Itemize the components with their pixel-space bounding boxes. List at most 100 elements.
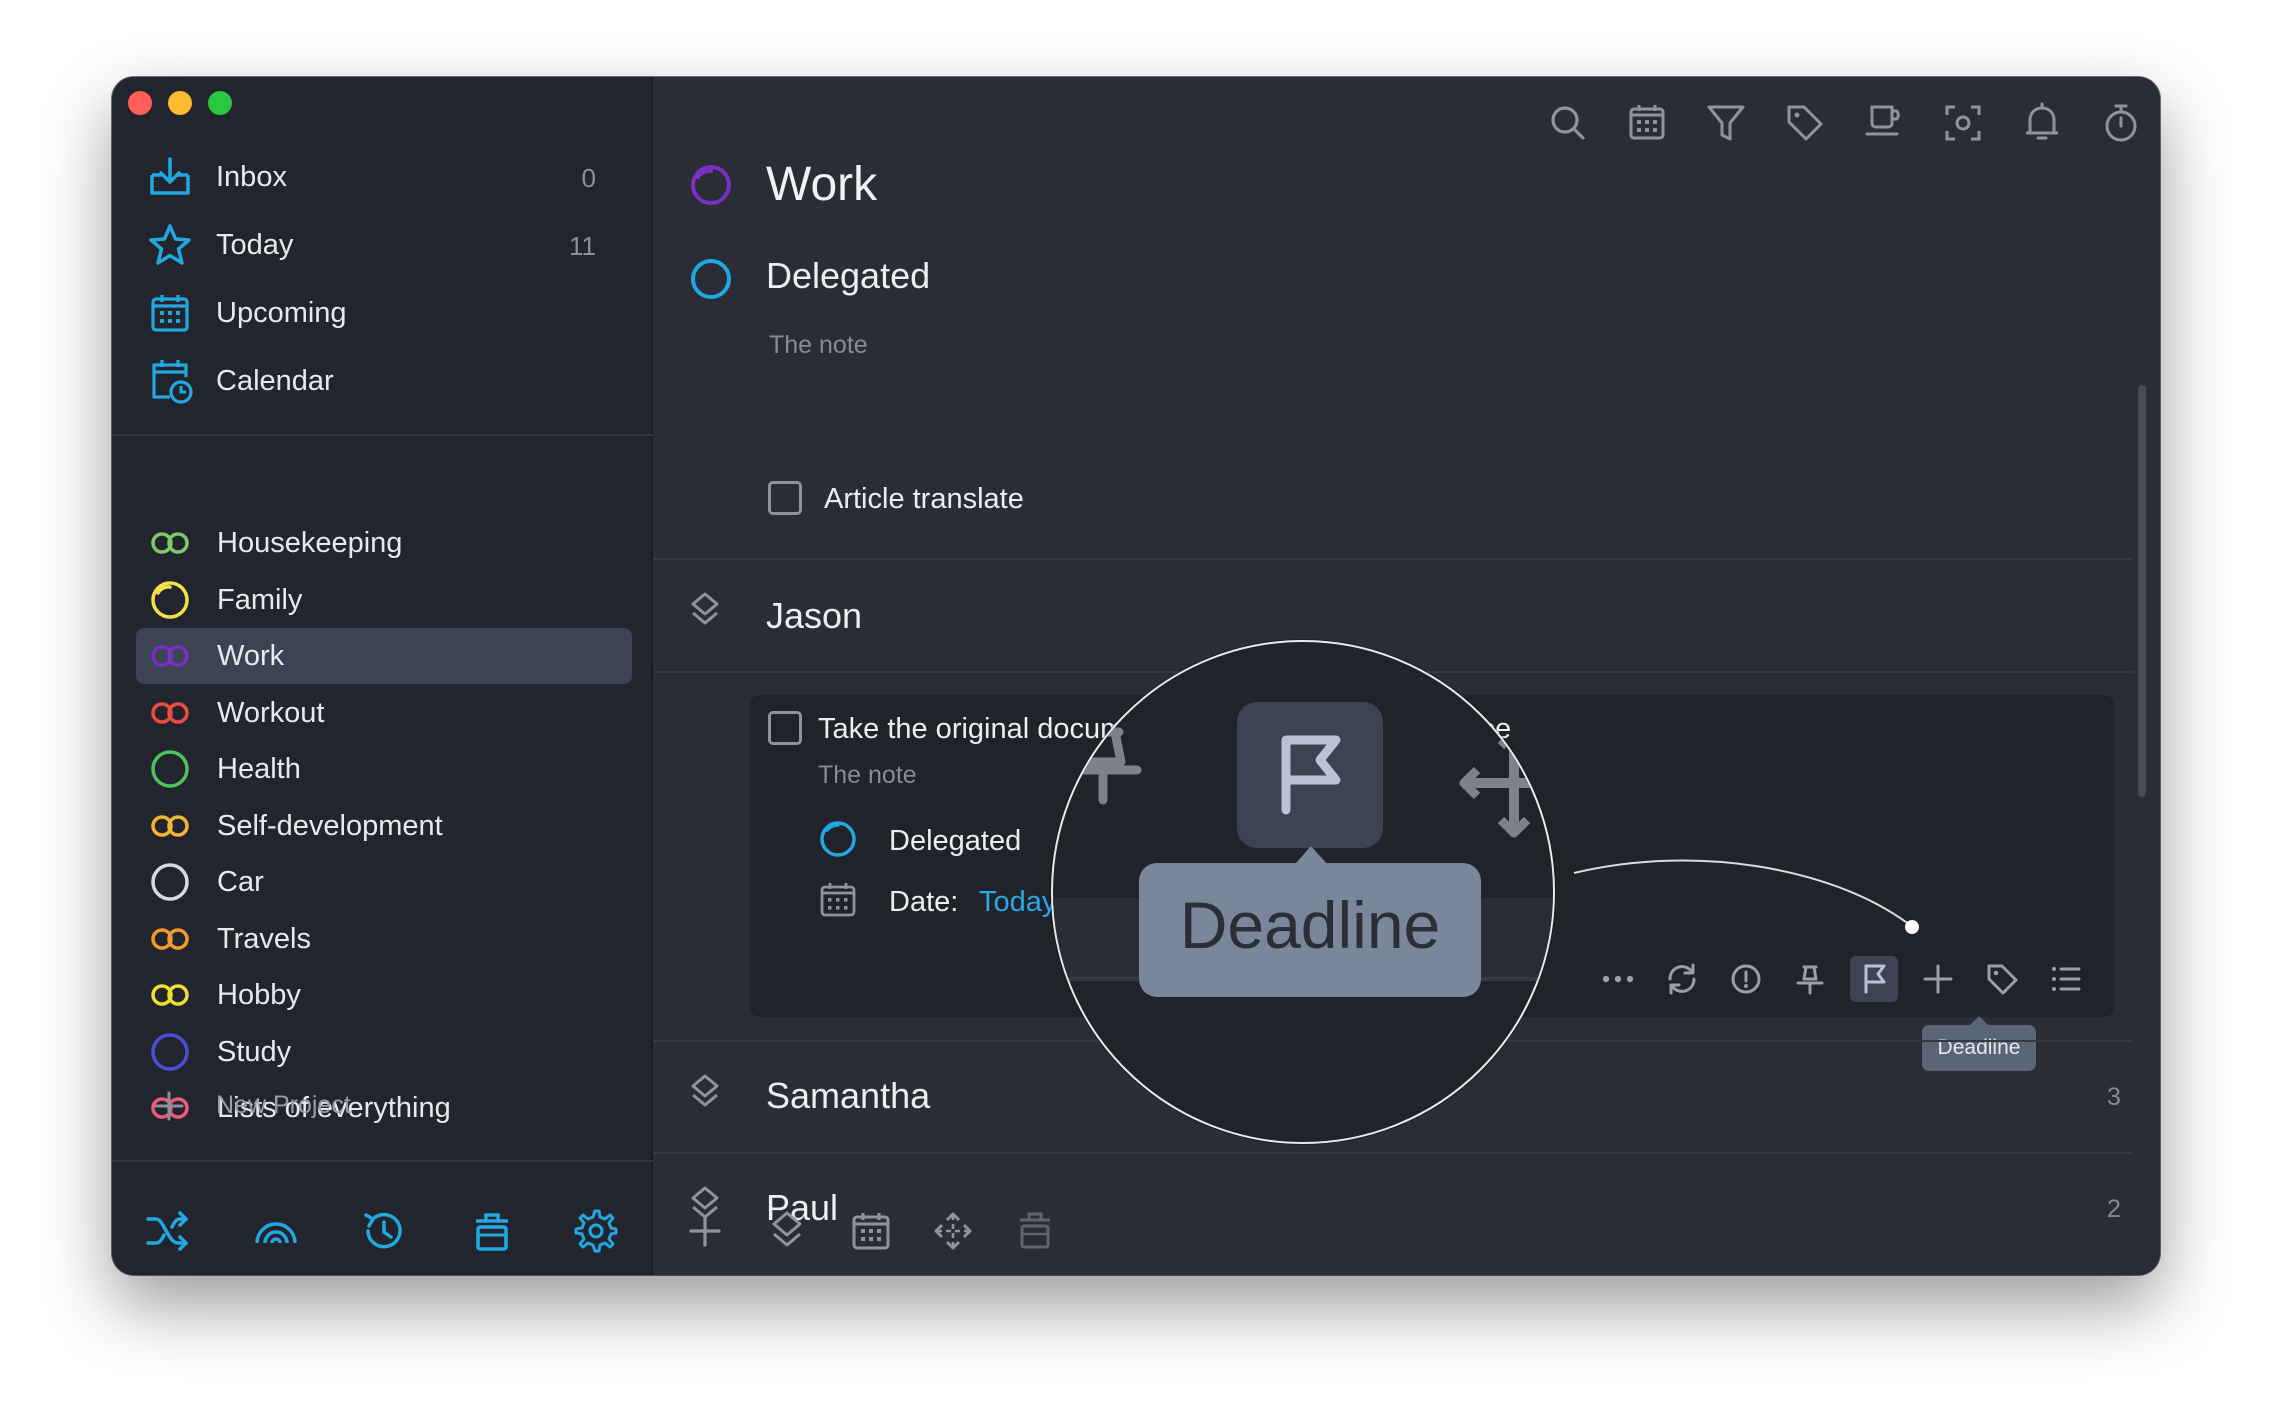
inbox-tray-icon (150, 157, 190, 195)
deadline-flag-icon (1864, 964, 1886, 994)
project-double-icon (151, 532, 189, 554)
settings-gear-icon[interactable] (574, 1209, 618, 1253)
filter-icon[interactable] (1696, 93, 1756, 153)
rainbow-icon[interactable] (254, 1215, 298, 1247)
tag-icon[interactable] (1775, 93, 1835, 153)
deadline-flag-icon-magnified (1281, 735, 1341, 815)
section-title-jason[interactable]: Jason (766, 595, 862, 637)
section-divider (653, 558, 2133, 560)
sidebar-item-inbox[interactable]: Inbox 0 (136, 147, 636, 209)
magnified-tooltip-label: Deadline (1179, 888, 1441, 962)
task-date-label: Date: (889, 886, 959, 918)
add-icon[interactable] (687, 1213, 723, 1249)
project-label: Travels (217, 922, 311, 955)
move-icon-magnified (1459, 728, 1553, 838)
section-count: 3 (2107, 1083, 2121, 1111)
more-dots-icon[interactable] (1596, 957, 1640, 1001)
task-checkbox[interactable] (768, 481, 802, 515)
project-label: Health (217, 753, 301, 785)
project-ring-icon (151, 863, 189, 901)
sidebar-item-today[interactable]: Today 11 (136, 215, 636, 277)
project-label: Family (217, 583, 303, 616)
task-date-value[interactable]: Today (979, 886, 1056, 919)
delegated-status-icon (820, 821, 856, 857)
repeat-icon[interactable] (1660, 957, 1704, 1001)
chevron-down-icon[interactable] (2157, 263, 2160, 293)
magnified-deadline-button (1237, 702, 1383, 848)
sidebar-item-project-study[interactable]: Study (136, 1024, 632, 1080)
history-icon[interactable] (362, 1209, 406, 1253)
magnified-tooltip-arrow (1295, 846, 1327, 864)
sidebar-item-calendar[interactable]: Calendar (136, 351, 636, 413)
sidebar-item-project-self-development[interactable]: Self-development (136, 798, 632, 854)
search-icon[interactable] (1538, 93, 1598, 153)
zoom-window-button[interactable] (208, 91, 232, 115)
project-label: Study (217, 1035, 292, 1068)
sidebar-item-project-work[interactable]: Work (136, 628, 632, 684)
pin-icon[interactable] (1788, 957, 1832, 1001)
chevron-right-icon[interactable] (2157, 1081, 2160, 1111)
task-row-article-translate[interactable]: Article translate (758, 473, 1358, 523)
sidebar-bottom-divider (112, 1160, 653, 1162)
deadline-button[interactable] (1850, 956, 1898, 1002)
app-window: Inbox 0 Today 11 Upcoming Calendar House… (112, 77, 2160, 1275)
priority-icon[interactable] (1724, 957, 1768, 1001)
minimize-window-button[interactable] (168, 91, 192, 115)
sidebar-item-project-hobby[interactable]: Hobby (136, 967, 632, 1023)
project-ring-icon (151, 750, 189, 788)
project-double-icon (151, 814, 189, 837)
sidebar-item-project-health[interactable]: Health (136, 741, 632, 797)
magnifier-lens: Deadline (1051, 640, 1555, 1144)
magnified-tooltip: Deadline (1139, 863, 1481, 997)
chevron-down-icon[interactable] (2157, 601, 2160, 631)
calendar-grid-icon[interactable] (851, 1211, 891, 1251)
star-icon (149, 224, 191, 265)
calendar-clock-icon (152, 360, 193, 404)
chevron-right-icon[interactable] (2157, 1193, 2160, 1223)
sidebar-item-label: Calendar (216, 365, 334, 397)
task-checkbox[interactable] (768, 711, 802, 745)
calendar-grid-icon (820, 883, 856, 917)
sidebar-item-project-car[interactable]: Car (136, 854, 632, 910)
project-ring-icon (151, 1032, 189, 1071)
sidebar-item-project-housekeeping[interactable]: Housekeeping (136, 515, 632, 571)
stopwatch-icon[interactable] (2091, 93, 2151, 153)
sidebar-item-project-travels[interactable]: Travels (136, 911, 632, 967)
new-project-label: New Project (216, 1091, 351, 1119)
section-title: Samantha (766, 1075, 931, 1116)
close-window-button[interactable] (128, 91, 152, 115)
trash-icon[interactable] (1017, 1211, 1053, 1251)
checklist-icon[interactable] (2044, 957, 2088, 1001)
trash-icon[interactable] (472, 1211, 512, 1253)
sidebar-item-upcoming[interactable]: Upcoming (136, 283, 636, 345)
shuffle-icon[interactable] (146, 1211, 190, 1251)
coffee-cup-icon[interactable] (1854, 93, 1914, 153)
project-label: Self-development (217, 809, 443, 842)
project-double-icon (151, 645, 189, 667)
project-double-icon (151, 927, 189, 950)
section-title-delegated[interactable]: Delegated (766, 255, 930, 297)
sidebar-divider (112, 434, 653, 436)
project-label: Workout (217, 696, 325, 729)
plus-icon (154, 1091, 184, 1121)
sidebar-item-project-workout[interactable]: Workout (136, 685, 632, 741)
section-count: 2 (2107, 1195, 2121, 1223)
add-section-icon[interactable] (769, 1209, 805, 1253)
calendar-grid-icon[interactable] (1617, 93, 1677, 153)
scrollbar-thumb[interactable] (2138, 385, 2146, 797)
task-note[interactable]: The note (818, 761, 917, 790)
project-progress-icon (151, 580, 189, 619)
bell-icon[interactable] (2012, 93, 2072, 153)
move-icon[interactable] (1916, 957, 1960, 1001)
new-project-button[interactable]: New Project (136, 1077, 636, 1133)
project-label: Work (217, 640, 285, 672)
sidebar-item-project-family[interactable]: Family (136, 572, 632, 628)
move-arrows-icon[interactable] (933, 1211, 973, 1251)
project-label: Car (217, 866, 264, 898)
task-status-label[interactable]: Delegated (889, 825, 1021, 858)
tag-icon[interactable] (1980, 957, 2024, 1001)
pin-icon-magnified (1064, 727, 1142, 805)
focus-icon[interactable] (1933, 93, 1993, 153)
main-panel: Work Delegated The note Article translat… (653, 77, 2160, 1275)
section-delegated-icon (691, 259, 731, 299)
